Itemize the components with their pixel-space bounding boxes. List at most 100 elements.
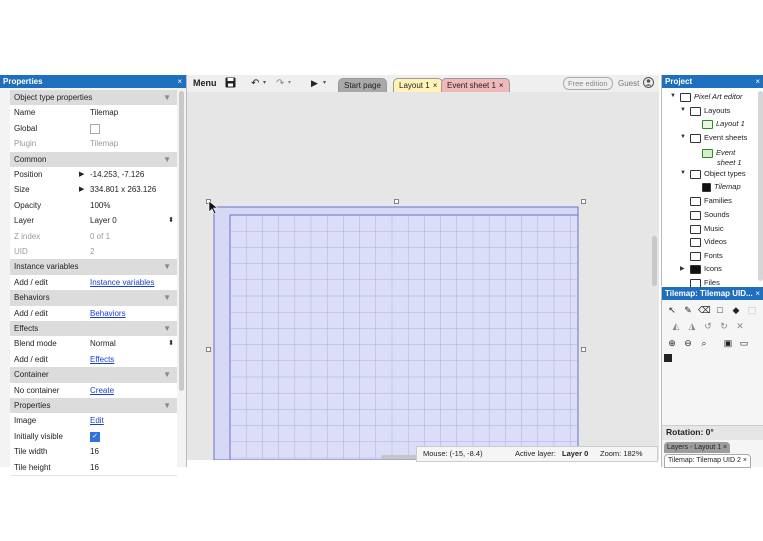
collapse-icon[interactable]: ▼ bbox=[163, 290, 171, 305]
collapse-icon[interactable]: ▼ bbox=[670, 93, 676, 99]
property-section[interactable]: Common ▼ bbox=[10, 151, 177, 168]
property-link[interactable]: Behaviors bbox=[90, 306, 126, 321]
layout-canvas[interactable] bbox=[187, 92, 659, 461]
tab-tilemap[interactable]: Tilemap: Tilemap UID 2 × bbox=[664, 454, 751, 468]
collapse-icon[interactable]: ▼ bbox=[680, 107, 686, 113]
zoom-reset-icon[interactable]: ⌕ bbox=[698, 337, 710, 349]
close-icon[interactable]: × bbox=[743, 457, 747, 464]
property-value[interactable]: 334.801 x 263.126 bbox=[90, 182, 156, 197]
canvas-vertical-scrollbar[interactable] bbox=[652, 236, 657, 286]
property-section[interactable]: Instance variables ▼ bbox=[10, 259, 177, 276]
checkbox[interactable] bbox=[90, 123, 100, 134]
collapse-icon[interactable]: ▼ bbox=[163, 152, 171, 167]
property-section[interactable]: Container ▼ bbox=[10, 367, 177, 384]
close-icon[interactable]: × bbox=[177, 75, 182, 88]
property-value[interactable]: 16 bbox=[90, 460, 99, 475]
close-icon[interactable]: × bbox=[755, 75, 760, 88]
tree-item[interactable]: Layout 1 bbox=[702, 119, 745, 129]
flip-vertical-icon[interactable]: ◮ bbox=[686, 320, 698, 332]
redo-dropdown-icon[interactable]: ▾ bbox=[288, 77, 291, 90]
tree-item[interactable]: ▶ Icons bbox=[680, 264, 722, 274]
expand-icon[interactable]: ▶ bbox=[79, 167, 84, 182]
free-edition-badge[interactable]: Free edition bbox=[563, 77, 613, 90]
property-dropdown[interactable]: Normal bbox=[90, 336, 116, 351]
play-dropdown-icon[interactable]: ▾ bbox=[323, 77, 326, 90]
property-dropdown[interactable]: Layer 0 bbox=[90, 213, 117, 228]
property-section[interactable]: Properties ▼ bbox=[10, 398, 177, 415]
tree-item[interactable]: Fonts bbox=[690, 251, 723, 261]
rotate-right-icon[interactable]: ↻ bbox=[718, 320, 730, 332]
rectangle-icon[interactable]: □ bbox=[714, 304, 726, 316]
collapse-icon[interactable]: ▼ bbox=[680, 170, 686, 176]
tree-item[interactable]: ▼ Event sheets bbox=[680, 133, 747, 143]
tree-item[interactable]: Families bbox=[690, 196, 732, 206]
open-folder-icon[interactable]: ▭ bbox=[738, 337, 750, 349]
property-link[interactable]: Effects bbox=[90, 352, 114, 367]
clear-icon[interactable]: ✕ bbox=[734, 320, 746, 332]
dropdown-arrow-icon[interactable]: ⬍ bbox=[168, 213, 174, 228]
tree-item[interactable]: Music bbox=[690, 224, 724, 234]
property-section[interactable]: Object type properties ▼ bbox=[10, 90, 177, 107]
collapse-icon[interactable]: ▼ bbox=[163, 90, 171, 105]
zoom-in-icon[interactable]: ⊕ bbox=[666, 337, 678, 349]
expand-icon[interactable]: ▶ bbox=[680, 265, 685, 272]
close-icon[interactable]: × bbox=[433, 81, 438, 90]
tree-item[interactable]: ▼ Pixel Art editor bbox=[670, 92, 743, 102]
rotate-left-icon[interactable]: ↺ bbox=[702, 320, 714, 332]
property-value[interactable]: -14.253, -7.126 bbox=[90, 167, 144, 182]
checkbox[interactable]: ✓ bbox=[90, 431, 100, 442]
user-avatar-icon[interactable] bbox=[643, 77, 654, 90]
tree-item[interactable]: Tilemap bbox=[702, 182, 741, 192]
tree-item[interactable]: ▼ Object types bbox=[680, 169, 746, 179]
close-icon[interactable]: × bbox=[723, 444, 727, 451]
flip-horizontal-icon[interactable]: ◭ bbox=[670, 320, 682, 332]
tile-swatch[interactable] bbox=[664, 354, 672, 362]
property-section[interactable]: Effects ▼ bbox=[10, 321, 177, 338]
property-link[interactable]: Instance variables bbox=[90, 275, 154, 290]
property-value[interactable]: 16 bbox=[90, 444, 99, 459]
close-icon[interactable]: × bbox=[755, 287, 760, 300]
document-tab[interactable]: Layout 1 × bbox=[393, 78, 444, 92]
property-link[interactable]: Edit bbox=[90, 413, 104, 428]
menu-button[interactable]: Menu bbox=[193, 77, 217, 90]
undo-dropdown-icon[interactable]: ▾ bbox=[263, 77, 266, 90]
redo-icon[interactable]: ↷ bbox=[276, 77, 284, 90]
tree-item[interactable]: Videos bbox=[690, 237, 727, 247]
tree-item[interactable]: ▼ Layouts bbox=[680, 106, 730, 116]
selection-icon[interactable]: ⬚ bbox=[746, 304, 758, 316]
document-tab[interactable]: Event sheet 1 × bbox=[441, 78, 510, 92]
tree-item[interactable]: Sounds bbox=[690, 210, 729, 220]
collapse-icon[interactable]: ▼ bbox=[163, 259, 171, 274]
rotation-bar: Rotation: 0° bbox=[662, 425, 763, 440]
property-value[interactable]: 100% bbox=[90, 198, 110, 213]
zoom-out-icon[interactable]: ⊖ bbox=[682, 337, 694, 349]
property-value[interactable]: Tilemap bbox=[90, 105, 118, 120]
save-icon[interactable] bbox=[225, 77, 236, 90]
tree-item[interactable]: Event sheet 1 bbox=[702, 148, 742, 167]
collapse-icon[interactable]: ▼ bbox=[680, 134, 686, 140]
property-section[interactable]: Behaviors ▼ bbox=[10, 290, 177, 307]
undo-icon[interactable]: ↶ bbox=[251, 77, 259, 90]
collapse-icon[interactable]: ▼ bbox=[163, 321, 171, 336]
properties-scrollbar[interactable] bbox=[179, 91, 184, 391]
guest-label[interactable]: Guest bbox=[618, 77, 639, 90]
play-icon[interactable]: ▶ bbox=[311, 77, 318, 90]
tab-layers[interactable]: Layers - Layout 1 × bbox=[664, 442, 731, 453]
layout-view[interactable] bbox=[187, 92, 659, 461]
document-tab[interactable]: Start page bbox=[338, 78, 387, 92]
property-value[interactable]: ✓ bbox=[90, 429, 100, 444]
save-icon[interactable]: ▣ bbox=[722, 337, 734, 349]
property-value[interactable] bbox=[90, 121, 100, 136]
expand-icon[interactable]: ▶ bbox=[79, 182, 84, 197]
collapse-icon[interactable]: ▼ bbox=[163, 367, 171, 382]
property-link[interactable]: Create bbox=[90, 383, 114, 398]
pencil-icon[interactable]: ✎ bbox=[682, 304, 694, 316]
close-icon[interactable]: × bbox=[499, 81, 504, 90]
fill-bucket-icon[interactable]: ◆ bbox=[730, 304, 742, 316]
project-scrollbar[interactable] bbox=[758, 91, 763, 281]
dropdown-arrow-icon[interactable]: ⬍ bbox=[168, 336, 174, 351]
eraser-icon[interactable]: ⌫ bbox=[698, 304, 711, 316]
tree-item-label: Sounds bbox=[704, 210, 730, 219]
pointer-icon[interactable]: ↖ bbox=[666, 304, 678, 316]
collapse-icon[interactable]: ▼ bbox=[163, 398, 171, 413]
